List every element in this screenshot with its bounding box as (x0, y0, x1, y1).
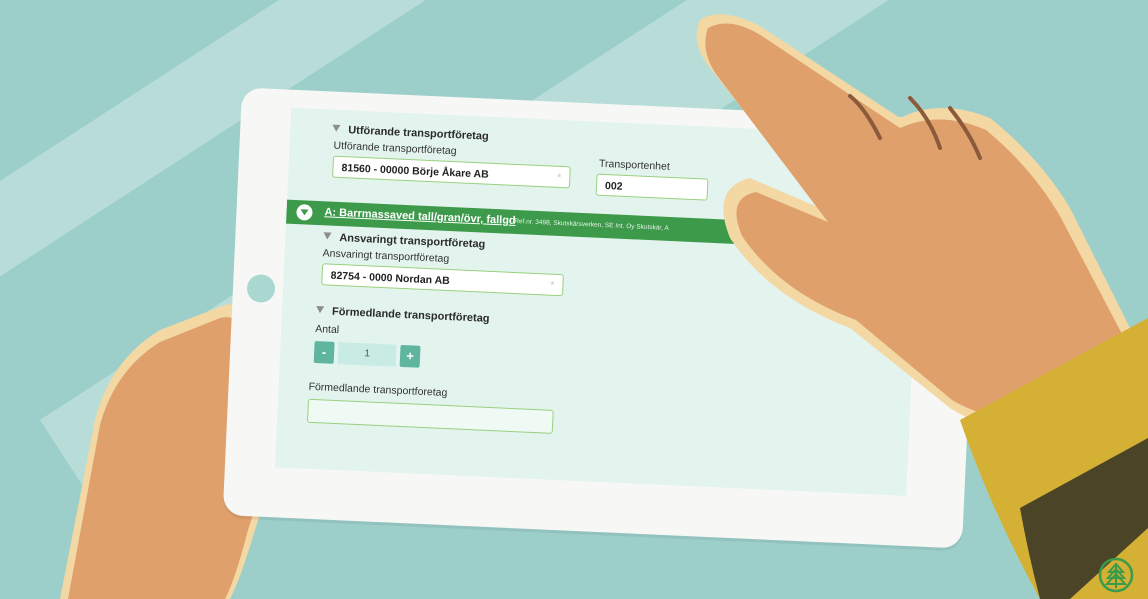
assortment-ref: Ref.nr. 3498, Skutskärsverken, SE Int. O… (514, 217, 669, 232)
tablet-home-button (246, 273, 276, 304)
field-label-formedlande: Förmedlande transportforetag (308, 380, 448, 400)
assortment-title[interactable]: A: Barrmassaved tall/gran/övr, fallgd (324, 206, 516, 227)
section-title-text: Förmedlande transportföretag (331, 305, 490, 325)
triangle-down-icon (315, 306, 325, 314)
right-hand (696, 14, 1148, 599)
antal-label: Antal (314, 323, 340, 337)
section-title-formedlande[interactable]: Förmedlande transportföretag (315, 305, 490, 325)
triangle-down-icon (332, 124, 341, 132)
section-title-text: Utförande transportföretag (347, 124, 489, 143)
field-label-ansvarigt: Ansvaringt transportföretag (322, 247, 450, 266)
circle-chevron-down-icon[interactable] (296, 204, 313, 221)
increment-button[interactable]: + (399, 344, 421, 368)
field-value: 82754 - 0000 Nordan AB (330, 269, 451, 288)
antal-value[interactable]: 1 (337, 342, 397, 367)
decrement-button[interactable]: - (313, 340, 335, 364)
utforande-field[interactable]: 81560 - 00000 Börje Åkare AB * (332, 155, 571, 189)
formedlande-field[interactable] (306, 398, 554, 434)
triangle-down-icon (323, 232, 332, 240)
section-title-text: Ansvaringt transportföretag (339, 232, 486, 251)
required-marker: * (549, 279, 555, 292)
illustration-scene: Utförande transportföretag Utförande tra… (0, 0, 1148, 599)
required-marker: * (556, 171, 562, 185)
ansvarigt-field[interactable]: 82754 - 0000 Nordan AB * (321, 263, 564, 297)
tree-logo-icon (1098, 557, 1134, 593)
field-value: 81560 - 00000 Börje Åkare AB (341, 162, 489, 181)
field-label-utforande: Utförande transportföretag (333, 139, 457, 158)
field-value: 002 (604, 180, 623, 193)
field-label-transportenhet: Transportenhet (598, 157, 671, 173)
